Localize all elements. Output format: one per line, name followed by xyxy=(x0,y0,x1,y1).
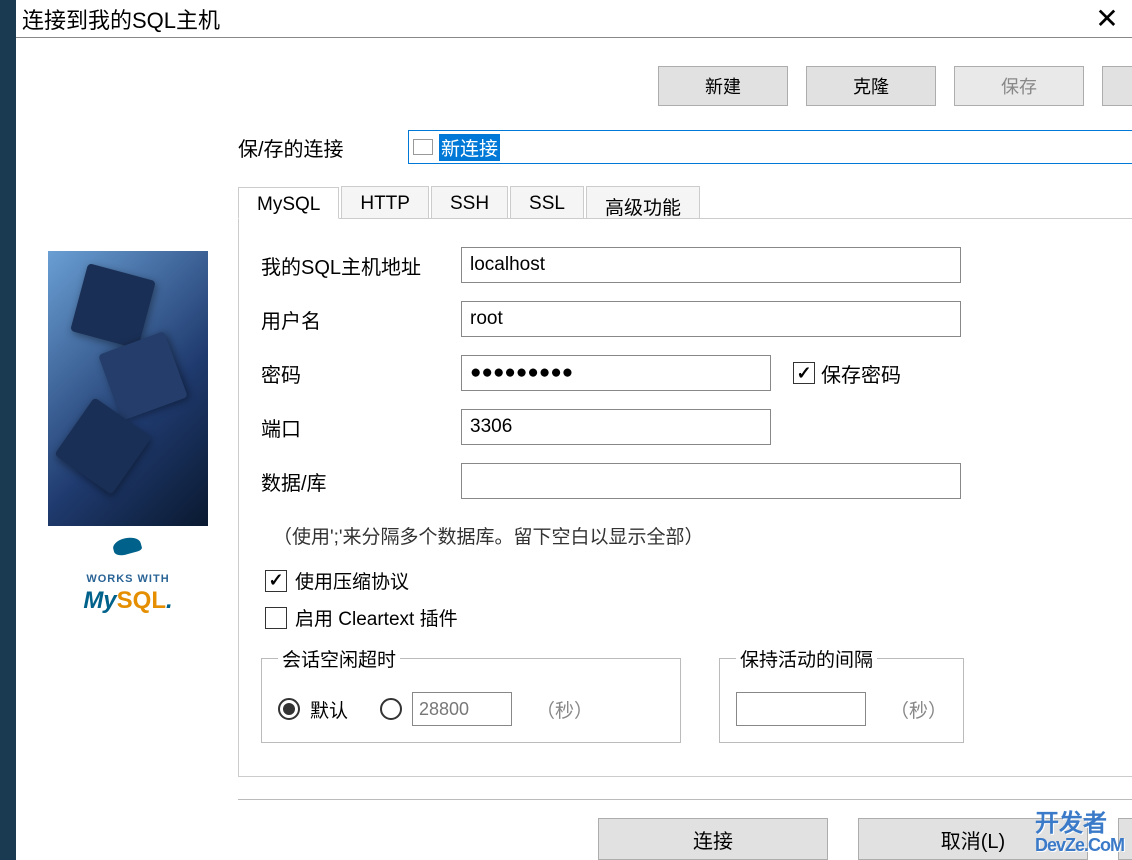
bottom-divider xyxy=(238,799,1132,800)
close-icon[interactable]: ✕ xyxy=(1092,5,1122,33)
puzzle-image xyxy=(48,251,208,526)
watermark: 开发者 DevZe.CoM xyxy=(1035,812,1124,854)
saved-connection-dropdown[interactable]: 新连接 ▾ xyxy=(408,130,1132,164)
rename-button[interactable]: 重命名 xyxy=(1102,66,1132,106)
password-label: 密码 xyxy=(261,359,461,388)
username-label: 用户名 xyxy=(261,305,461,334)
watermark-line2: DevZe.CoM xyxy=(1035,836,1124,854)
main-form-panel: 新建 克隆 保存 重命名 删除 保/存的连接 新连接 ▾ MySQL HTTP … xyxy=(238,66,1132,860)
works-with-text: WORKS WITH xyxy=(86,573,169,585)
clone-button[interactable]: 克隆 xyxy=(806,66,936,106)
database-hint: （使用';'来分隔多个数据库。留下空白以显示全部） xyxy=(273,522,704,549)
connection-dialog: 连接到我的SQL主机 ✕ WORKS WITH MySQL. 新建 xyxy=(16,0,1132,860)
keepalive-seconds-label: （秒） xyxy=(890,696,947,723)
mysql-tab-content: 我的SQL主机地址 用户名 密码 保存密码 端口 xyxy=(238,219,1132,777)
window-title: 连接到我的SQL主机 xyxy=(22,3,220,35)
mysql-text: MySQL. xyxy=(83,587,172,614)
keepalive-fieldset: 保持活动的间隔 （秒） xyxy=(719,645,964,743)
connection-icon xyxy=(413,139,433,155)
username-input[interactable] xyxy=(461,301,961,337)
tab-http[interactable]: HTTP xyxy=(341,186,429,218)
password-input[interactable] xyxy=(461,355,771,391)
titlebar: 连接到我的SQL主机 ✕ xyxy=(16,0,1132,38)
database-label: 数据/库 xyxy=(261,467,461,496)
saved-connection-row: 保/存的连接 新连接 ▾ xyxy=(238,130,1132,164)
tab-ssh[interactable]: SSH xyxy=(431,186,508,218)
connect-button[interactable]: 连接 xyxy=(598,818,828,860)
keepalive-input[interactable] xyxy=(736,692,866,726)
timeout-default-radio[interactable] xyxy=(278,698,300,720)
use-compression-checkbox[interactable] xyxy=(265,570,287,592)
database-input[interactable] xyxy=(461,463,961,499)
keepalive-legend: 保持活动的间隔 xyxy=(736,645,877,672)
timeout-custom-input[interactable] xyxy=(412,692,512,726)
mysql-logo-area: WORKS WITH MySQL. xyxy=(48,251,208,621)
mysql-badge: WORKS WITH MySQL. xyxy=(48,526,208,621)
host-label: 我的SQL主机地址 xyxy=(261,251,461,280)
session-timeout-fieldset: 会话空闲超时 默认 （秒） xyxy=(261,645,681,743)
session-timeout-legend: 会话空闲超时 xyxy=(278,645,400,672)
saved-connection-label: 保/存的连接 xyxy=(238,133,388,162)
enable-cleartext-checkbox[interactable] xyxy=(265,607,287,629)
saved-connection-selected: 新连接 xyxy=(439,134,500,161)
top-toolbar: 新建 克隆 保存 重命名 删除 xyxy=(238,66,1132,106)
sidebar-logo-panel: WORKS WITH MySQL. xyxy=(48,66,208,860)
port-input[interactable] xyxy=(461,409,771,445)
bottom-actions: 连接 取消(L) 测 xyxy=(238,818,1132,860)
save-password-label: 保存密码 xyxy=(821,359,901,388)
tab-mysql[interactable]: MySQL xyxy=(238,187,339,219)
watermark-line1: 开发者 xyxy=(1035,812,1124,836)
dialog-body: WORKS WITH MySQL. 新建 克隆 保存 重命名 删除 保/存的连接… xyxy=(16,38,1132,860)
tab-ssl[interactable]: SSL xyxy=(510,186,584,218)
new-button[interactable]: 新建 xyxy=(658,66,788,106)
host-input[interactable] xyxy=(461,247,961,283)
timeout-default-label: 默认 xyxy=(310,696,348,723)
port-label: 端口 xyxy=(261,413,461,442)
save-button[interactable]: 保存 xyxy=(954,66,1084,106)
dolphin-icon xyxy=(108,536,148,566)
connection-tabs: MySQL HTTP SSH SSL 高级功能 xyxy=(238,186,1132,219)
enable-cleartext-label: 启用 Cleartext 插件 xyxy=(295,604,458,631)
timeout-custom-radio[interactable] xyxy=(380,698,402,720)
timeout-seconds-label: （秒） xyxy=(536,696,593,723)
tab-advanced[interactable]: 高级功能 xyxy=(586,186,700,218)
use-compression-label: 使用压缩协议 xyxy=(295,567,409,594)
save-password-checkbox[interactable] xyxy=(793,362,815,384)
